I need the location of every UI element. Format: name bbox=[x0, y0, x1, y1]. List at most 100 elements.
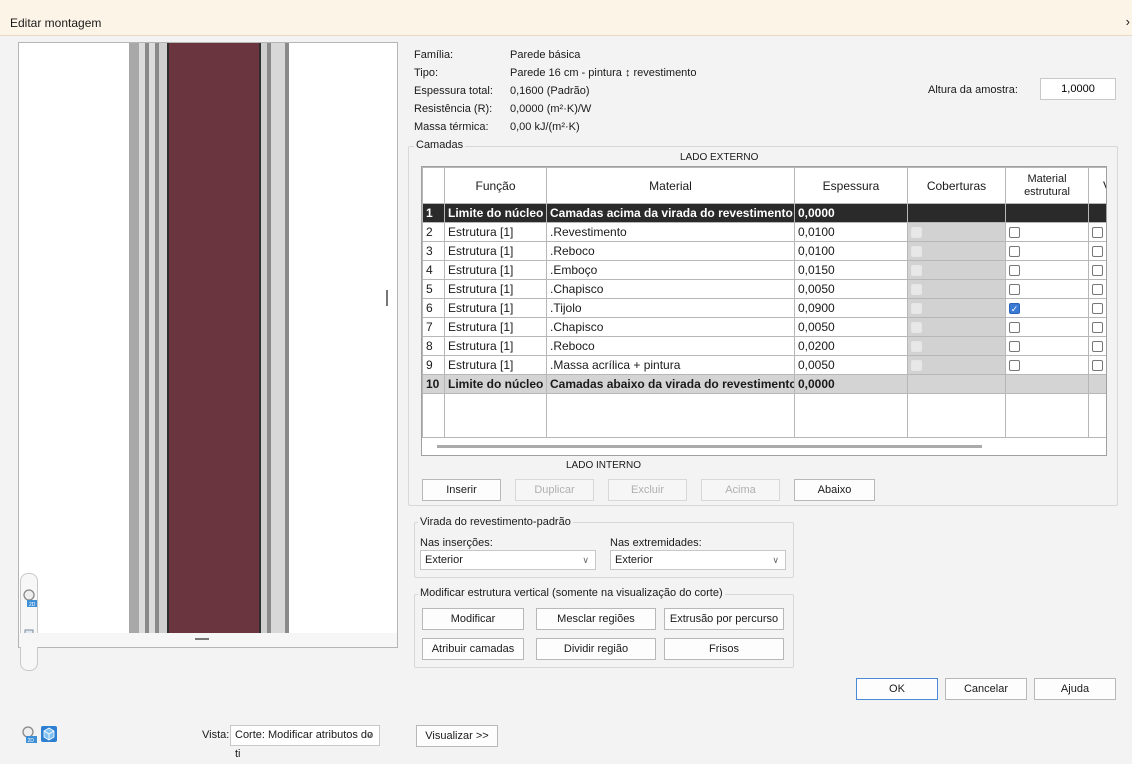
mesclar-regioes-button[interactable]: Mesclar regiões bbox=[536, 608, 656, 630]
coberturas-cell[interactable] bbox=[907, 317, 1006, 337]
variavel-cell[interactable] bbox=[1088, 317, 1106, 337]
espessura-cell[interactable]: 0,0000 bbox=[794, 203, 908, 223]
zoom-2d-footer-icon[interactable]: 2D bbox=[20, 725, 38, 743]
material-estrutural-header[interactable]: Material estrutural bbox=[1005, 167, 1089, 204]
row-number[interactable]: 5 bbox=[422, 279, 445, 299]
variavel-checkbox[interactable] bbox=[1092, 227, 1103, 239]
funcao-cell[interactable]: Estrutura [1] bbox=[444, 241, 547, 261]
material-cell[interactable]: Camadas acima da virada do revestimento bbox=[546, 203, 795, 223]
insercoes-select[interactable]: Exterior ∨ bbox=[420, 550, 596, 570]
variavel-cell[interactable] bbox=[1088, 374, 1106, 394]
preview-pane[interactable]: 2D bbox=[18, 42, 398, 671]
espessura-cell[interactable]: 0,0050 bbox=[794, 355, 908, 375]
variavel-cell[interactable] bbox=[1088, 260, 1106, 280]
material-estrutural-checkbox[interactable] bbox=[1009, 360, 1020, 372]
funcao-cell[interactable]: Estrutura [1] bbox=[444, 336, 547, 356]
variavel-checkbox[interactable] bbox=[1092, 265, 1103, 277]
material-header[interactable]: Material bbox=[546, 167, 795, 204]
espessura-cell[interactable]: 0,0050 bbox=[794, 317, 908, 337]
layer-row[interactable]: 6 Estrutura [1] .Tijolo 0,0900 ✓ bbox=[422, 298, 1106, 318]
variavel-cell[interactable] bbox=[1088, 222, 1106, 242]
layer-row[interactable]: 8 Estrutura [1] .Reboco 0,0200 bbox=[422, 336, 1106, 356]
material-estrutural-cell[interactable] bbox=[1005, 355, 1089, 375]
variavel-checkbox[interactable] bbox=[1092, 246, 1103, 258]
atribuir-camadas-button[interactable]: Atribuir camadas bbox=[422, 638, 524, 660]
frisos-button[interactable]: Frisos bbox=[664, 638, 784, 660]
coberturas-cell[interactable] bbox=[907, 222, 1006, 242]
variavel-cell[interactable] bbox=[1088, 241, 1106, 261]
material-estrutural-cell[interactable] bbox=[1005, 336, 1089, 356]
modificar-button[interactable]: Modificar bbox=[422, 608, 524, 630]
funcao-cell[interactable]: Estrutura [1] bbox=[444, 260, 547, 280]
row-number[interactable]: 1 bbox=[422, 203, 445, 223]
preview-scrollbar[interactable] bbox=[19, 633, 397, 647]
coberturas-cell[interactable] bbox=[907, 203, 1006, 223]
row-number[interactable]: 3 bbox=[422, 241, 445, 261]
row-number[interactable]: 2 bbox=[422, 222, 445, 242]
variavel-cell[interactable] bbox=[1088, 298, 1106, 318]
material-estrutural-cell[interactable] bbox=[1005, 222, 1089, 242]
zoom-2d-icon[interactable]: 2D bbox=[22, 588, 38, 610]
extrusao-percurso-button[interactable]: Extrusão por percurso bbox=[664, 608, 784, 630]
layers-scrollbar[interactable] bbox=[437, 445, 982, 448]
row-number[interactable]: 9 bbox=[422, 355, 445, 375]
splitter-handle[interactable] bbox=[386, 290, 388, 306]
material-cell[interactable]: .Emboço bbox=[546, 260, 795, 280]
layer-row[interactable]: 5 Estrutura [1] .Chapisco 0,0050 bbox=[422, 279, 1106, 299]
extremidades-select[interactable]: Exterior ∨ bbox=[610, 550, 786, 570]
material-estrutural-checkbox[interactable]: ✓ bbox=[1009, 303, 1020, 315]
material-cell[interactable]: .Revestimento bbox=[546, 222, 795, 242]
variavel-checkbox[interactable] bbox=[1092, 360, 1103, 372]
row-number[interactable]: 8 bbox=[422, 336, 445, 356]
visualizar-button[interactable]: Visualizar >> bbox=[416, 725, 498, 747]
material-estrutural-cell[interactable] bbox=[1005, 241, 1089, 261]
row-number[interactable]: 4 bbox=[422, 260, 445, 280]
funcao-cell[interactable]: Estrutura [1] bbox=[444, 279, 547, 299]
coberturas-cell[interactable] bbox=[907, 374, 1006, 394]
funcao-cell[interactable]: Estrutura [1] bbox=[444, 317, 547, 337]
funcao-cell[interactable]: Estrutura [1] bbox=[444, 222, 547, 242]
coberturas-cell[interactable] bbox=[907, 355, 1006, 375]
variavel-header[interactable]: V bbox=[1088, 167, 1106, 204]
material-cell[interactable]: .Reboco bbox=[546, 241, 795, 261]
material-estrutural-cell[interactable] bbox=[1005, 203, 1089, 223]
variavel-cell[interactable] bbox=[1088, 203, 1106, 223]
row-number[interactable]: 7 bbox=[422, 317, 445, 337]
material-estrutural-checkbox[interactable] bbox=[1009, 227, 1020, 239]
material-estrutural-cell[interactable] bbox=[1005, 374, 1089, 394]
funcao-cell[interactable]: Estrutura [1] bbox=[444, 298, 547, 318]
espessura-cell[interactable]: 0,0000 bbox=[794, 374, 908, 394]
espessura-cell[interactable]: 0,0050 bbox=[794, 279, 908, 299]
layer-row[interactable]: 9 Estrutura [1] .Massa acrílica + pintura 0… bbox=[422, 355, 1106, 375]
coberturas-cell[interactable] bbox=[907, 336, 1006, 356]
variavel-checkbox[interactable] bbox=[1092, 303, 1103, 315]
ajuda-button[interactable]: Ajuda bbox=[1034, 678, 1116, 700]
espessura-cell[interactable]: 0,0200 bbox=[794, 336, 908, 356]
row-number[interactable]: 10 bbox=[422, 374, 445, 394]
layer-row[interactable]: 10 Limite do núcleo Camadas abaixo da vira… bbox=[422, 374, 1106, 394]
vista-select[interactable]: Corte: Modificar atributos do ti ∨ bbox=[230, 725, 380, 760]
variavel-checkbox[interactable] bbox=[1092, 322, 1103, 334]
funcao-header[interactable]: Função bbox=[444, 167, 547, 204]
layers-table[interactable]: Função Material Espessura Coberturas Mat… bbox=[421, 166, 1107, 456]
ok-button[interactable]: OK bbox=[856, 678, 938, 700]
layer-row[interactable]: 2 Estrutura [1] .Revestimento 0,0100 bbox=[422, 222, 1106, 242]
material-estrutural-checkbox[interactable] bbox=[1009, 322, 1020, 334]
inserir-button[interactable]: Inserir bbox=[422, 479, 501, 501]
coberturas-cell[interactable] bbox=[907, 279, 1006, 299]
variavel-cell[interactable] bbox=[1088, 355, 1106, 375]
abaixo-button[interactable]: Abaixo bbox=[794, 479, 875, 501]
coberturas-cell[interactable] bbox=[907, 260, 1006, 280]
layer-row[interactable]: 1 Limite do núcleo Camadas acima da virada… bbox=[422, 203, 1106, 223]
material-estrutural-cell[interactable]: ✓ bbox=[1005, 298, 1089, 318]
coberturas-cell[interactable] bbox=[907, 241, 1006, 261]
duplicar-button[interactable]: Duplicar bbox=[515, 479, 594, 501]
espessura-header[interactable]: Espessura bbox=[794, 167, 908, 204]
funcao-cell[interactable]: Limite do núcleo bbox=[444, 374, 547, 394]
layer-row[interactable]: 3 Estrutura [1] .Reboco 0,0100 bbox=[422, 241, 1106, 261]
layer-row[interactable]: 7 Estrutura [1] .Chapisco 0,0050 bbox=[422, 317, 1106, 337]
material-estrutural-checkbox[interactable] bbox=[1009, 284, 1020, 296]
funcao-cell[interactable]: Limite do núcleo bbox=[444, 203, 547, 223]
material-estrutural-checkbox[interactable] bbox=[1009, 265, 1020, 277]
material-cell[interactable]: Camadas abaixo da virada do revestimento bbox=[546, 374, 795, 394]
